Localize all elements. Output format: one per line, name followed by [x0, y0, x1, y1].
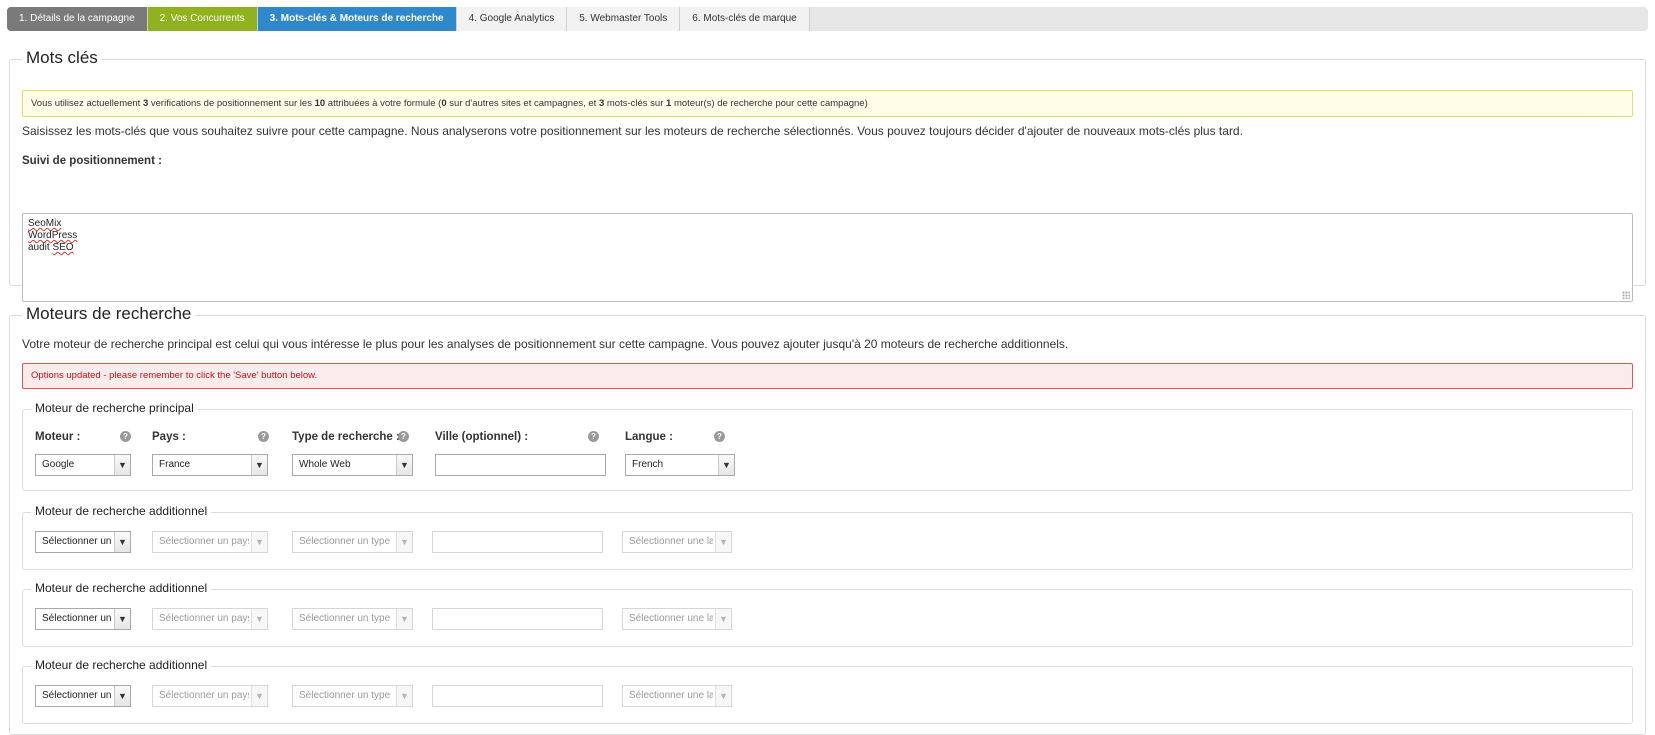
- chevron-down-icon: ▼: [396, 532, 412, 552]
- additional-city-input[interactable]: [432, 531, 603, 553]
- chevron-down-icon: ▼: [715, 609, 731, 629]
- additional-language-select[interactable]: Sélectionner une langue▼: [622, 531, 732, 553]
- tab-webmaster-tools[interactable]: 5. Webmaster Tools: [567, 7, 681, 31]
- additional-engine-select-value: Sélectionner un moteur: [42, 690, 112, 701]
- keywords-section-title: Mots clés: [22, 48, 102, 68]
- search-type-select-value: Whole Web: [299, 459, 351, 470]
- chevron-down-icon: ▼: [715, 686, 731, 706]
- additional-country-select-value: Sélectionner un pays: [159, 690, 249, 701]
- language-label: Langue :: [625, 431, 673, 443]
- additional-engine-select-value: Sélectionner un moteur: [42, 613, 112, 624]
- keywords-section: Mots clés Vous utilisez actuellement 3 v…: [9, 48, 1646, 302]
- chevron-down-icon: ▼: [114, 532, 130, 552]
- additional-language-select[interactable]: Sélectionner une langue▼: [622, 608, 732, 630]
- chevron-down-icon: ▼: [251, 609, 267, 629]
- additional-type-select-value: Sélectionner un type: [299, 613, 391, 624]
- keyword-line: SeoMix: [28, 218, 62, 229]
- primary-engine-legend: Moteur de recherche principal: [31, 401, 198, 415]
- engines-section-title: Moteurs de recherche: [22, 304, 196, 324]
- keywords-description: Saisissez les mots-clés que vous souhait…: [22, 124, 1243, 138]
- additional-engine-select[interactable]: Sélectionner un moteur▼: [35, 685, 131, 707]
- country-select[interactable]: France ▼: [152, 454, 268, 476]
- additional-language-select-value: Sélectionner une langue: [629, 690, 713, 701]
- keyword-line-word: SEO: [52, 242, 74, 253]
- notice-text: Vous utilisez actuellement: [31, 98, 143, 109]
- chevron-down-icon: ▼: [396, 686, 412, 706]
- chevron-down-icon: ▼: [251, 455, 267, 475]
- additional-type-select[interactable]: Sélectionner un type ▼: [292, 685, 413, 707]
- chevron-down-icon: ▼: [718, 455, 734, 475]
- tracking-label: Suivi de positionnement :: [22, 155, 162, 167]
- additional-engine-select[interactable]: Sélectionner un moteur▼: [35, 531, 131, 553]
- additional-engine-select-value: Sélectionner un moteur: [42, 536, 112, 547]
- additional-type-select-value: Sélectionner un type: [299, 690, 391, 701]
- engine-label: Moteur :: [35, 431, 81, 443]
- chevron-down-icon: ▼: [114, 455, 130, 475]
- additional-country-select[interactable]: Sélectionner un pays ▼: [152, 608, 268, 630]
- chevron-down-icon: ▼: [715, 532, 731, 552]
- chevron-down-icon: ▼: [251, 686, 267, 706]
- tab-keywords-engines[interactable]: 3. Mots-clés & Moteurs de recherche: [257, 7, 457, 31]
- additional-city-input[interactable]: [432, 608, 603, 630]
- country-label: Pays :: [152, 431, 186, 443]
- additional-country-select[interactable]: Sélectionner un pays ▼: [152, 531, 268, 553]
- additional-city-input[interactable]: [432, 685, 603, 707]
- city-label: Ville (optionnel) :: [435, 431, 529, 443]
- engines-section: Moteurs de recherche Votre moteur de rec…: [9, 304, 1646, 735]
- chevron-down-icon: ▼: [114, 609, 130, 629]
- additional-language-select[interactable]: Sélectionner une langue▼: [622, 685, 732, 707]
- additional-type-select[interactable]: Sélectionner un type ▼: [292, 608, 413, 630]
- notice-text: sur d'autres sites et campagnes, et: [446, 98, 599, 109]
- additional-language-select-value: Sélectionner une langue: [629, 613, 713, 624]
- chevron-down-icon: ▼: [114, 686, 130, 706]
- search-type-select[interactable]: Whole Web ▼: [292, 454, 413, 476]
- engine-select-value: Google: [42, 459, 75, 470]
- resize-grip-icon[interactable]: [1622, 291, 1630, 299]
- tab-competitors[interactable]: 2. Vos Concurrents: [147, 7, 258, 31]
- question-circle-icon[interactable]: ?: [398, 431, 409, 442]
- additional-language-select-value: Sélectionner une langue: [629, 536, 713, 547]
- tab-brand-keywords[interactable]: 6. Mots-clés de marque: [680, 7, 810, 31]
- additional-engine-legend: Moteur de recherche additionnel: [31, 581, 212, 595]
- additional-engine-legend: Moteur de recherche additionnel: [31, 658, 212, 672]
- additional-engine-group: Moteur de recherche additionnel Sélectio…: [22, 504, 1633, 570]
- additional-engine-select[interactable]: Sélectionner un moteur▼: [35, 608, 131, 630]
- wizard-tabs: 1. Détails de la campagne 2. Vos Concurr…: [7, 7, 1648, 31]
- notice-text: moteur(s) de recherche pour cette campag…: [671, 98, 868, 109]
- keywords-textarea[interactable]: SeoMix WordPress audit SEO: [22, 213, 1633, 302]
- options-updated-notice: Options updated - please remember to cli…: [22, 363, 1633, 389]
- keyword-line: audit: [28, 242, 53, 253]
- question-circle-icon[interactable]: ?: [258, 431, 269, 442]
- primary-engine-group: Moteur de recherche principal Moteur : ?…: [22, 401, 1633, 491]
- notice-text: attribuées à votre formule (: [325, 98, 442, 109]
- additional-country-select[interactable]: Sélectionner un pays ▼: [152, 685, 268, 707]
- engines-description: Votre moteur de recherche principal est …: [22, 337, 1069, 351]
- notice-text: mots-clés sur: [604, 98, 667, 109]
- notice-total-count: 10: [314, 98, 326, 109]
- engine-select[interactable]: Google ▼: [35, 454, 131, 476]
- additional-country-select-value: Sélectionner un pays: [159, 536, 249, 547]
- additional-engine-legend: Moteur de recherche additionnel: [31, 504, 212, 518]
- tab-campaign-details[interactable]: 1. Détails de la campagne: [7, 7, 148, 31]
- search-type-label: Type de recherche :: [292, 431, 400, 443]
- question-circle-icon[interactable]: ?: [588, 431, 599, 442]
- language-select-value: French: [632, 459, 664, 470]
- additional-type-select-value: Sélectionner un type: [299, 536, 391, 547]
- additional-type-select[interactable]: Sélectionner un type ▼: [292, 531, 413, 553]
- additional-engine-group: Moteur de recherche additionnel Sélectio…: [22, 658, 1633, 724]
- chevron-down-icon: ▼: [396, 455, 412, 475]
- tab-google-analytics[interactable]: 4. Google Analytics: [456, 7, 568, 31]
- question-circle-icon[interactable]: ?: [714, 431, 725, 442]
- question-circle-icon[interactable]: ?: [120, 431, 131, 442]
- additional-engine-group: Moteur de recherche additionnel Sélectio…: [22, 581, 1633, 647]
- language-select[interactable]: French ▼: [625, 454, 735, 476]
- usage-notice: Vous utilisez actuellement 3 verificatio…: [22, 90, 1633, 117]
- chevron-down-icon: ▼: [251, 532, 267, 552]
- city-input[interactable]: [435, 454, 606, 476]
- keyword-line: WordPress: [28, 230, 78, 241]
- country-select-value: France: [159, 459, 191, 470]
- chevron-down-icon: ▼: [396, 609, 412, 629]
- notice-text: verifications de positionnement sur les: [148, 98, 315, 109]
- additional-country-select-value: Sélectionner un pays: [159, 613, 249, 624]
